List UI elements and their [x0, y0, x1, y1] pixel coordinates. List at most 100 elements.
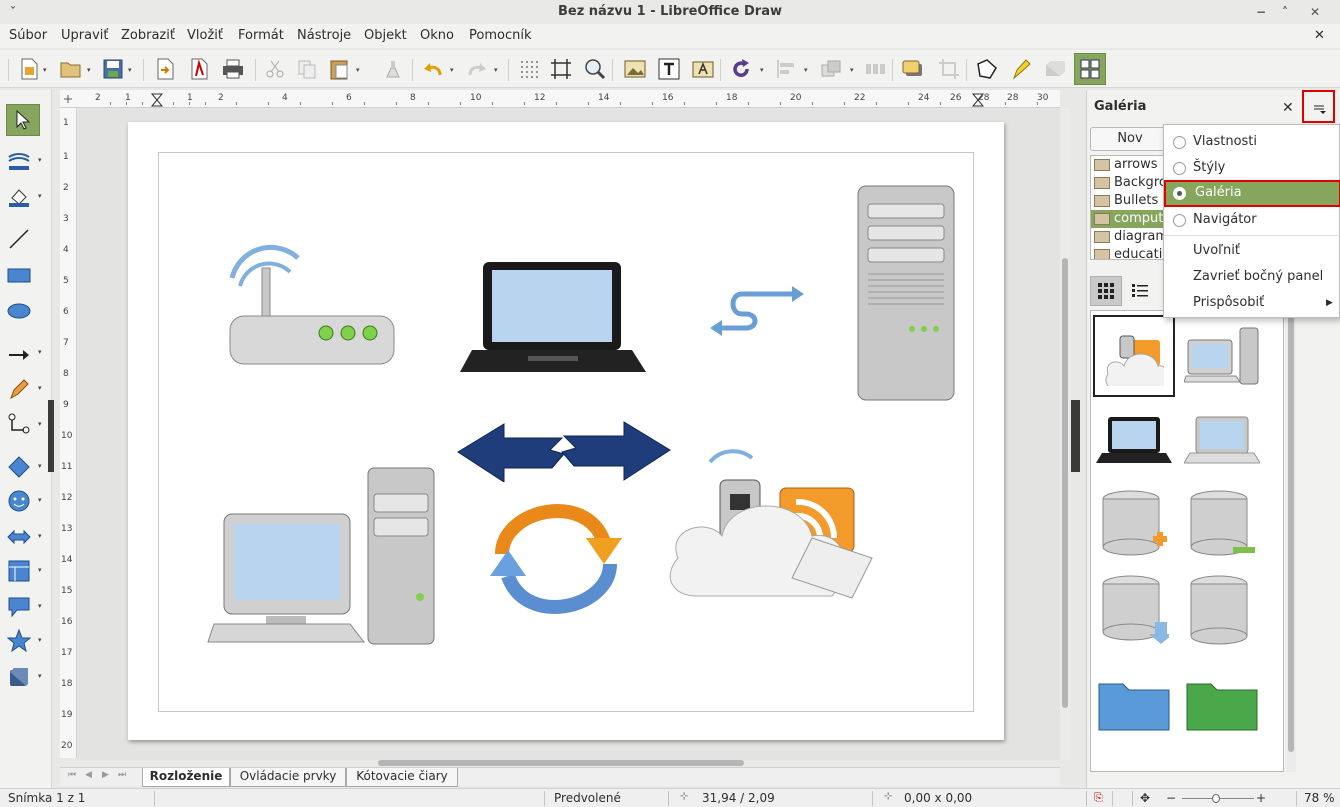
theme-item-diagrams[interactable]: diagram — [1091, 228, 1169, 246]
insert-fontwork-icon[interactable] — [690, 56, 716, 82]
shadow-icon[interactable] — [900, 56, 926, 82]
toggle-extrusion-icon[interactable] — [1042, 56, 1068, 82]
callouts-icon[interactable] — [6, 594, 32, 620]
gallery-item-database[interactable] — [1181, 569, 1263, 651]
line-tool-icon[interactable] — [6, 226, 32, 252]
theme-item-arrows[interactable]: arrows — [1091, 156, 1169, 174]
copy-icon[interactable] — [294, 56, 320, 82]
gallery-item-database-remove[interactable] — [1181, 483, 1263, 565]
theme-item-bullets[interactable]: Bullets — [1091, 192, 1169, 210]
clone-formatting-icon[interactable] — [380, 56, 406, 82]
sync-arrow-small-clipart[interactable] — [708, 280, 804, 340]
menu-item-close-sidebar[interactable]: Zavrieť bočný panel — [1164, 264, 1340, 290]
icon-view-button[interactable] — [1090, 276, 1122, 306]
gallery-item-folder-blue[interactable] — [1093, 663, 1175, 745]
export-pdf-icon[interactable] — [186, 56, 212, 82]
zoom-slider-handle[interactable] — [1212, 794, 1220, 803]
document-modified-icon[interactable]: ⎘ — [1094, 791, 1103, 805]
tab-controls[interactable]: Ovládacie prvky — [230, 768, 346, 787]
gallery-scrollbar[interactable] — [1286, 310, 1296, 772]
new-document-icon[interactable] — [16, 56, 42, 82]
save-icon[interactable] — [100, 56, 126, 82]
toolbar-collapse-handle[interactable] — [48, 400, 54, 472]
gallery-item-cloud-rss[interactable] — [1093, 315, 1175, 397]
menu-item-gallery[interactable]: Galéria — [1164, 180, 1340, 207]
sidebar-menu-button[interactable] — [1302, 90, 1335, 123]
3d-objects-icon[interactable] — [6, 664, 32, 690]
insert-image-icon[interactable] — [622, 56, 648, 82]
align-icon[interactable] — [774, 56, 800, 82]
export-icon[interactable] — [152, 56, 178, 82]
gallery-item-laptop-black[interactable] — [1093, 399, 1175, 481]
close-window-icon[interactable]: ✕ — [1310, 0, 1320, 24]
rotate-icon[interactable] — [728, 56, 754, 82]
print-icon[interactable] — [220, 56, 246, 82]
desktop-computer-clipart[interactable] — [206, 466, 438, 648]
select-icon[interactable] — [6, 104, 40, 136]
vertical-scrollbar[interactable] — [1060, 108, 1070, 760]
redo-icon[interactable] — [464, 56, 490, 82]
menu-format[interactable]: Formát — [238, 28, 284, 43]
menu-objekt[interactable]: Objekt — [364, 28, 407, 43]
new-theme-button[interactable]: Nov — [1090, 127, 1170, 151]
menu-upravit[interactable]: Upraviť — [61, 28, 108, 43]
gallery-item-laptop-silver[interactable] — [1181, 399, 1263, 481]
menu-item-styles[interactable]: Štýly — [1164, 155, 1340, 181]
symbol-shapes-icon[interactable] — [6, 488, 32, 514]
theme-item-backgrounds[interactable]: Backgro — [1091, 174, 1169, 192]
flowchart-icon[interactable] — [6, 558, 32, 584]
theme-item-education[interactable]: educatio — [1091, 246, 1169, 259]
router-clipart[interactable] — [222, 228, 400, 368]
menu-item-undock[interactable]: Uvoľniť — [1164, 238, 1340, 264]
helplines-icon[interactable] — [548, 56, 574, 82]
undo-icon[interactable] — [420, 56, 446, 82]
last-tab-icon[interactable]: ⏭ — [118, 770, 126, 780]
cloud-rss-clipart[interactable] — [668, 448, 880, 624]
cut-icon[interactable] — [262, 56, 288, 82]
arrange-icon[interactable] — [818, 56, 844, 82]
zoom-in-icon[interactable]: + — [1256, 791, 1266, 805]
minimize-icon[interactable]: − — [1256, 0, 1266, 24]
fit-page-icon[interactable]: ✥ — [1140, 791, 1150, 805]
menu-item-navigator[interactable]: Navigátor — [1164, 207, 1340, 233]
stars-icon[interactable] — [6, 628, 32, 654]
menu-subor[interactable]: Súbor — [9, 28, 47, 43]
theme-item-computers[interactable]: compute — [1091, 210, 1169, 228]
exchange-arrows-clipart[interactable] — [456, 420, 672, 482]
sidebar-toggle-icon[interactable] — [1074, 53, 1106, 85]
block-arrows-icon[interactable] — [6, 524, 32, 550]
menu-okno[interactable]: Okno — [420, 28, 454, 43]
basic-shapes-icon[interactable] — [6, 454, 32, 480]
curve-tool-icon[interactable] — [6, 376, 32, 402]
zoom-level[interactable]: 78 % — [1304, 791, 1335, 805]
arrow-line-icon[interactable] — [6, 342, 32, 368]
prev-tab-icon[interactable]: ◀ — [85, 770, 92, 780]
close-document-icon[interactable]: ✕ — [1314, 28, 1325, 43]
menu-zobrazit[interactable]: Zobraziť — [121, 28, 175, 43]
server-clipart[interactable] — [856, 184, 956, 404]
gallery-item-database-download[interactable] — [1093, 569, 1175, 651]
menu-pomocnik[interactable]: Pomocník — [469, 28, 531, 43]
first-tab-icon[interactable]: ⏮ — [68, 770, 76, 780]
gallery-item-folder-green[interactable] — [1181, 663, 1263, 745]
grid-icon[interactable] — [516, 56, 542, 82]
zoom-pan-icon[interactable] — [582, 56, 608, 82]
gallery-theme-list[interactable]: arrows Backgro Bullets compute diagram e… — [1090, 155, 1170, 260]
rectangle-tool-icon[interactable] — [6, 262, 32, 288]
fill-color-icon[interactable] — [6, 184, 32, 210]
ellipse-tool-icon[interactable] — [6, 298, 32, 324]
horizontal-scroll-thumb[interactable] — [378, 760, 744, 766]
gallery-items-grid[interactable] — [1090, 310, 1284, 772]
laptop-clipart[interactable] — [458, 260, 648, 375]
glue-points-icon[interactable] — [1008, 56, 1034, 82]
zoom-out-icon[interactable]: − — [1166, 791, 1176, 805]
gallery-item-desktop[interactable] — [1181, 315, 1263, 397]
crop-icon[interactable] — [936, 56, 962, 82]
line-color-icon[interactable] — [6, 148, 32, 174]
open-icon[interactable] — [58, 56, 84, 82]
menu-vlozit[interactable]: Vložiť — [187, 28, 223, 43]
gallery-scroll-thumb[interactable] — [1288, 312, 1294, 752]
refresh-arrows-clipart[interactable] — [486, 494, 626, 622]
tab-dimension-lines[interactable]: Kótovacie čiary — [346, 768, 458, 787]
sidebar-collapse-handle[interactable] — [1071, 400, 1080, 472]
